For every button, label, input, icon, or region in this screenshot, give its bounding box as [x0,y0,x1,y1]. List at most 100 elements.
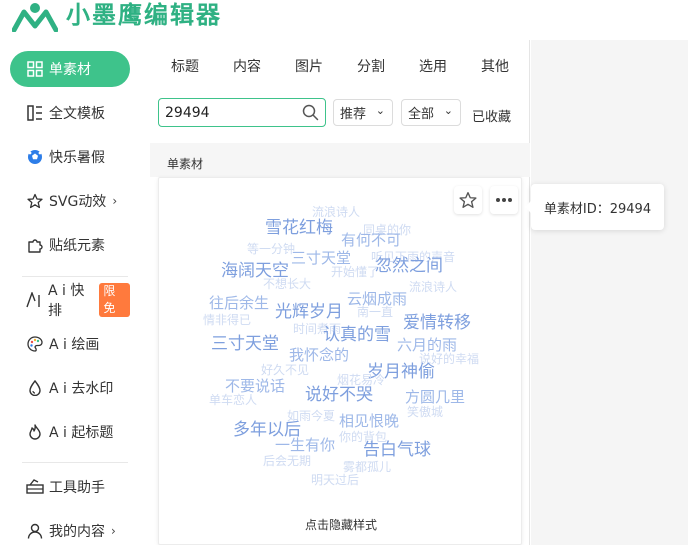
sidebar-item-stickers[interactable]: 贴纸元素 [10,227,130,263]
sort-select[interactable]: 推荐 ⌄ [333,99,393,126]
sort-select-value: 推荐 [340,107,367,122]
cloud-word: 不要说话 [225,377,286,395]
tab-divider[interactable]: 分割 [357,56,385,76]
cloud-word: 明天过后 [311,473,360,487]
cloud-word: 情非得已 [203,313,252,327]
tab-select[interactable]: 选用 [419,56,447,76]
cloud-word: 往后余生 [209,294,270,312]
cloud-word: 好久不见 [261,363,310,377]
sidebar-item-label: A i 起标题 [49,425,114,441]
editor-area [531,40,688,545]
cloud-word: 告白气球 [363,440,431,460]
favorite-button[interactable] [454,186,482,214]
cloud-word: 有何不可 [341,231,402,249]
material-panel: 标题 内容 图片 分割 选用 其他 推荐 ⌄ 全部 ⌄ 已收藏 单素材 流浪诗人… [150,40,530,545]
sidebar-item-ai-paint[interactable]: A i 绘画 [10,326,130,362]
logo-icon [12,3,58,32]
grid-icon [26,60,44,78]
sidebar-item-label: SVG动效 [49,194,107,210]
sidebar-divider [22,462,128,463]
sidebar-item-label: A i 绘画 [49,337,100,353]
layout-icon [26,104,44,122]
puzzle-icon [26,236,44,254]
sidebar-item-ai-title[interactable]: A i 起标题 [10,414,130,450]
soccer-ball-icon [26,148,44,166]
app-name: 小墨鹰编辑器 [66,1,222,29]
cloud-word: 我怀念的 [289,346,350,364]
cloud-word: 南一直 [357,305,394,319]
sidebar-item-label: A i 去水印 [49,381,114,397]
sidebar-item-my-content[interactable]: 我的内容 › [10,513,130,545]
cloud-word: 说好不哭 [305,385,373,405]
sidebar-item-label: 贴纸元素 [49,238,105,254]
sidebar-item-label: A i 快排 [47,283,85,319]
sidebar-item-label: 全文模板 [49,106,105,122]
cloud-word: 忽然之间 [375,256,443,276]
material-id-tooltip: 单素材ID：29494 [525,184,664,230]
ai-icon [26,291,43,309]
sidebar-item-tools[interactable]: 工具助手 [10,469,130,505]
tab-image[interactable]: 图片 [295,56,323,76]
cloud-word: 流浪诗人 [409,280,458,294]
sidebar-item-ai-layout[interactable]: A i 快排 限免 [10,282,130,319]
cloud-word: 雪花红梅 [265,218,333,238]
sidebar: 单素材 全文模板 快乐暑假 SVG动效 › 贴纸元素 A i 快排 限免 A i… [0,40,150,545]
star-outline-icon [26,192,44,210]
chevron-right-icon: › [111,524,116,538]
sidebar-item-label: 我的内容 [49,524,105,540]
chevron-down-icon: ⌄ [443,104,453,117]
app-header: 小墨鹰编辑器 [0,0,688,40]
scope-select-value: 全部 [408,107,435,122]
cloud-word: 不想长大 [263,277,312,291]
scope-select[interactable]: 全部 ⌄ [401,99,461,126]
search-box [158,98,326,127]
cloud-word: 雾都孤儿 [343,460,392,474]
sidebar-item-ai-watermark[interactable]: A i 去水印 [10,370,130,406]
cloud-word: 六月的雨 [397,336,458,354]
cloud-word: 三寸天堂 [211,334,279,354]
tab-title[interactable]: 标题 [171,56,199,76]
chevron-down-icon: ⌄ [375,104,385,117]
cloud-word: 光辉岁月 [275,302,343,322]
search-input[interactable] [165,103,295,122]
sidebar-item-full-template[interactable]: 全文模板 [10,95,130,131]
flame-icon [26,423,44,441]
tooltip-text: 单素材ID：29494 [543,201,652,217]
cloud-word: 单车恋人 [209,393,258,407]
section-title: 单素材 [167,157,204,171]
chevron-right-icon: › [112,194,118,208]
star-icon [459,192,477,208]
cloud-word: 三寸天堂 [291,249,352,267]
sidebar-item-label: 快乐暑假 [49,150,105,166]
cloud-word: 流浪诗人 [312,205,361,219]
collected-filter[interactable]: 已收藏 [472,106,511,125]
sidebar-item-summer[interactable]: 快乐暑假 [10,139,130,175]
sidebar-item-svg[interactable]: SVG动效 › [10,183,130,219]
more-button[interactable] [490,186,518,214]
cloud-word: 笑傲城 [407,405,444,419]
category-tabs: 标题 内容 图片 分割 选用 其他 [150,56,530,80]
tab-other[interactable]: 其他 [481,56,509,76]
cloud-word: 一生有你 [275,436,336,454]
cloud-word: 相见恨晚 [339,412,400,430]
hide-style-link[interactable]: 点击隐藏样式 [159,516,523,533]
cloud-word: 后会无期 [263,454,312,468]
more-icon [496,198,512,202]
sidebar-divider [22,276,128,277]
material-card[interactable]: 流浪诗人 雪花红梅 同桌的你 有何不可 等一分钟 三寸天堂 听见下雨的声音 海阔… [158,177,522,545]
word-cloud: 流浪诗人 雪花红梅 同桌的你 有何不可 等一分钟 三寸天堂 听见下雨的声音 海阔… [159,178,523,508]
cloud-word: 爱情转移 [403,313,471,333]
palette-icon [26,335,44,353]
search-icon[interactable] [302,104,319,121]
sidebar-item-label: 单素材 [49,62,91,78]
cloud-word: 认真的雪 [323,325,391,345]
cloud-word: 开始懂了 [331,265,380,279]
sidebar-item-label: 工具助手 [49,480,105,496]
drop-icon [26,379,44,397]
user-icon [26,522,44,540]
cloud-word: 方圆几里 [405,388,466,406]
free-badge: 限免 [99,283,130,317]
sidebar-item-single-material[interactable]: 单素材 [10,51,130,87]
cloud-word: 等一分钟 [247,242,296,256]
tab-content[interactable]: 内容 [233,56,261,76]
